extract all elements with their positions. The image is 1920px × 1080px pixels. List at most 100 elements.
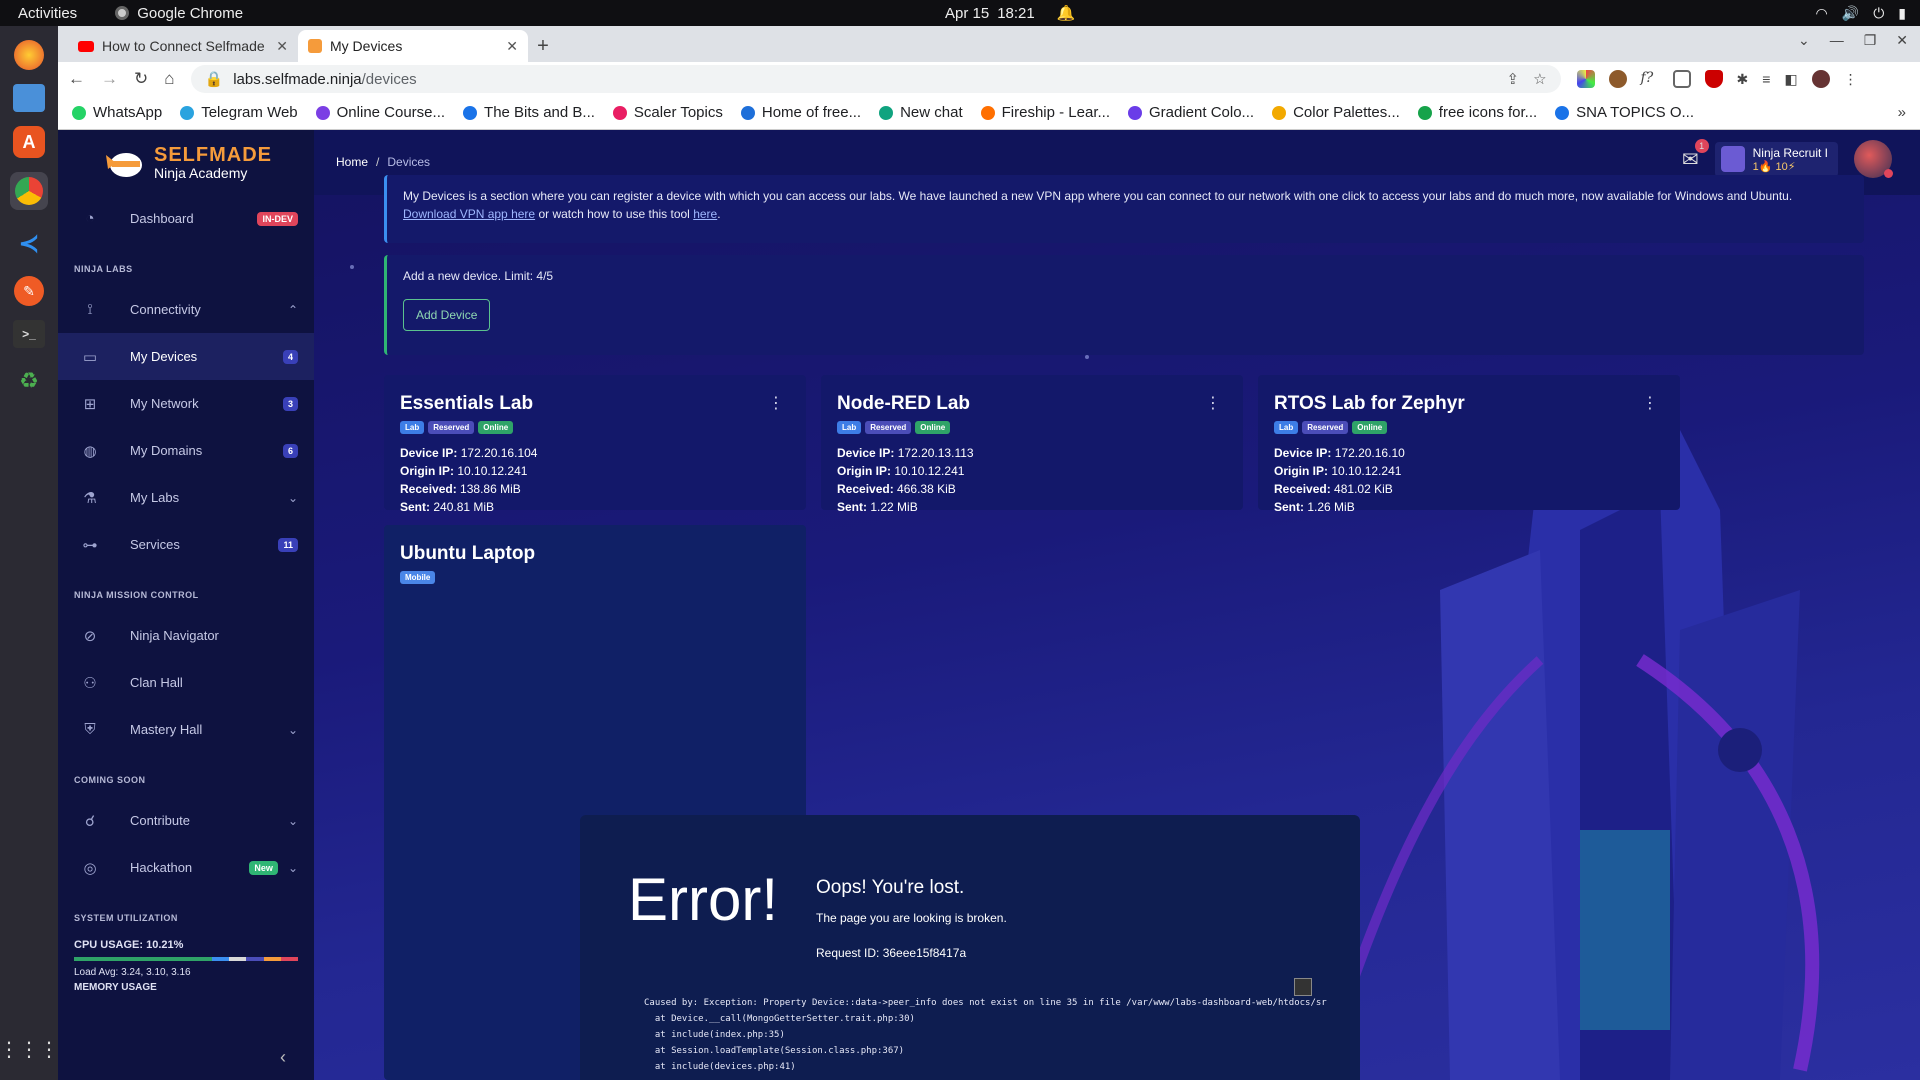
- extension-copy-icon[interactable]: [1672, 70, 1691, 88]
- bookmark-star-icon[interactable]: ☆: [1533, 70, 1546, 88]
- device-card: Essentials Lab ⋮ Lab Reserved Online Dev…: [384, 375, 806, 514]
- forward-icon[interactable]: →: [101, 69, 118, 89]
- sidebar-item-my-devices[interactable]: ▭ My Devices 4: [58, 333, 314, 380]
- terminal-icon[interactable]: >_: [13, 320, 45, 348]
- add-device-button[interactable]: Add Device: [403, 299, 491, 331]
- more-options-icon[interactable]: ⋮: [1642, 393, 1658, 413]
- sidebar-item-mastery-hall[interactable]: ⛨ Mastery Hall ⌄: [58, 706, 314, 753]
- bookmark-fireship[interactable]: Fireship - Lear...: [980, 104, 1110, 121]
- youtube-icon: [78, 40, 94, 52]
- scaler-icon: [612, 105, 627, 120]
- home-icon[interactable]: ⌂: [164, 69, 174, 89]
- sidebar-item-services[interactable]: ⊶ Services 11: [58, 521, 314, 568]
- restore-icon[interactable]: ❐: [1864, 32, 1877, 49]
- extension-cookie-icon[interactable]: [1608, 70, 1627, 88]
- bookmark-telegram[interactable]: Telegram Web: [180, 104, 298, 121]
- sidebar-item-label: My Labs: [130, 490, 180, 505]
- sidebar-item-clan-hall[interactable]: ⚇ Clan Hall: [58, 659, 314, 706]
- download-vpn-link[interactable]: Download VPN app here: [403, 207, 535, 221]
- more-options-icon[interactable]: ⋮: [768, 393, 784, 413]
- device-name: Essentials Lab: [400, 393, 534, 414]
- close-tab-icon[interactable]: ✕: [506, 38, 518, 55]
- trash-icon[interactable]: ♻: [10, 362, 48, 400]
- address-bar[interactable]: 🔒 labs.selfmade.ninja/devices ⇪ ☆: [190, 65, 1561, 93]
- user-avatar[interactable]: [1854, 140, 1893, 178]
- close-tab-icon[interactable]: ✕: [276, 38, 288, 55]
- sidebar-item-connectivity[interactable]: ⟟ Connectivity ⌃: [58, 286, 314, 333]
- sidebar-item-my-labs[interactable]: ⚗ My Labs ⌄: [58, 474, 314, 521]
- memory-usage-label: MEMORY USAGE: [74, 982, 157, 990]
- error-panel: Error! Oops! You're lost. The page you a…: [580, 815, 1360, 1080]
- sidebar-item-label: Clan Hall: [130, 675, 183, 690]
- share-icon[interactable]: ⇪: [1507, 70, 1520, 88]
- software-icon[interactable]: A: [13, 126, 45, 158]
- clock[interactable]: Apr 15 18:21 🔔: [945, 4, 1075, 23]
- reading-list-icon[interactable]: ≡: [1762, 71, 1770, 87]
- globe-icon: ◍: [83, 442, 97, 460]
- rank-emblem-icon: [1720, 146, 1745, 172]
- bookmark-label: Fireship - Lear...: [1001, 104, 1110, 121]
- new-tab-button[interactable]: +: [528, 30, 558, 62]
- sent: 1.22 MiB: [870, 500, 918, 514]
- brand-logo[interactable]: SELFMADE Ninja Academy: [58, 130, 314, 195]
- app-menu[interactable]: Google Chrome: [115, 5, 243, 22]
- chrome-dock-icon[interactable]: [10, 172, 48, 210]
- bookmark-new-chat[interactable]: New chat: [879, 104, 963, 121]
- device-card: RTOS Lab for Zephyr ⋮ Lab Reserved Onlin…: [1258, 375, 1680, 514]
- sidebar-item-hackathon[interactable]: ◎ Hackathon New ⌄: [58, 844, 314, 891]
- bookmark-color-palettes[interactable]: Color Palettes...: [1272, 104, 1400, 121]
- back-icon[interactable]: ←: [68, 69, 85, 89]
- show-apps-icon[interactable]: ⋮⋮⋮: [0, 1037, 59, 1062]
- extension-ublock-icon[interactable]: [1704, 70, 1723, 88]
- tag-mobile: Mobile: [400, 571, 436, 584]
- bookmark-sna-topics[interactable]: SNA TOPICS O...: [1555, 104, 1694, 121]
- chrome-menu-icon[interactable]: ⋮: [1844, 71, 1858, 88]
- new-badge: New: [249, 860, 278, 875]
- vscode-icon[interactable]: ≺: [10, 224, 48, 262]
- extension-fonts-icon[interactable]: f?: [1641, 70, 1659, 88]
- bookmark-bits-and-bytes[interactable]: The Bits and B...: [463, 104, 595, 121]
- count-badge: 6: [282, 443, 298, 458]
- postman-icon[interactable]: ✎: [14, 276, 44, 306]
- rank-widget[interactable]: Ninja Recruit I 1🔥 10⚡: [1714, 141, 1838, 177]
- extension-colorzilla-icon[interactable]: [1576, 70, 1595, 88]
- bookmark-free-icons[interactable]: free icons for...: [1417, 104, 1537, 121]
- tab-search-icon[interactable]: ⌄: [1798, 32, 1810, 49]
- profile-avatar-icon[interactable]: [1811, 70, 1830, 88]
- side-panel-icon[interactable]: ◧: [1784, 71, 1797, 88]
- breadcrumb-home[interactable]: Home: [336, 155, 368, 169]
- stack-trace: Caused by: Exception: Property Device::d…: [644, 995, 1327, 1075]
- cpu-usage: CPU USAGE: 10.21%: [74, 939, 184, 951]
- app-name: Google Chrome: [137, 4, 244, 22]
- system-tray[interactable]: ◠ 🔊 ⏻ ▮: [1816, 5, 1906, 22]
- sidebar-item-my-domains[interactable]: ◍ My Domains 6: [58, 427, 314, 474]
- bookmark-home-of-free[interactable]: Home of free...: [740, 104, 861, 121]
- sent: 240.81 MiB: [433, 500, 495, 514]
- compass-icon: ⊘: [83, 627, 97, 645]
- broken-image-icon: [1294, 978, 1312, 996]
- bookmark-whatsapp[interactable]: WhatsApp: [72, 104, 162, 121]
- mail-icon[interactable]: ✉ 1: [1682, 138, 1709, 172]
- activities-button[interactable]: Activities: [18, 5, 77, 22]
- sidebar-item-ninja-navigator[interactable]: ⊘ Ninja Navigator: [58, 612, 314, 659]
- reload-icon[interactable]: ↻: [134, 69, 148, 89]
- minimize-icon[interactable]: —: [1830, 32, 1844, 49]
- users-icon: ⚇: [83, 674, 97, 692]
- tab-my-devices[interactable]: My Devices ✕: [298, 30, 528, 62]
- origin-ip: 10.10.12.241: [457, 464, 528, 478]
- sidebar-item-dashboard[interactable]: ◔ Dashboard IN-DEV: [58, 195, 314, 242]
- more-bookmarks-icon[interactable]: »: [1898, 104, 1906, 121]
- bookmark-online-course[interactable]: Online Course...: [315, 104, 445, 121]
- bookmark-scaler[interactable]: Scaler Topics: [612, 104, 723, 121]
- firefox-icon[interactable]: [14, 40, 44, 70]
- watch-tutorial-link[interactable]: here: [693, 207, 717, 221]
- bookmark-gradient[interactable]: Gradient Colo...: [1128, 104, 1254, 121]
- collapse-sidebar-icon[interactable]: ‹: [280, 1047, 286, 1068]
- close-window-icon[interactable]: ✕: [1896, 32, 1908, 49]
- sidebar-item-my-network[interactable]: ⊞ My Network 3: [58, 380, 314, 427]
- sidebar-item-contribute[interactable]: ☌ Contribute ⌄: [58, 797, 314, 844]
- tab-youtube[interactable]: How to Connect Selfmade ✕: [68, 30, 298, 62]
- files-icon[interactable]: [13, 84, 45, 112]
- more-options-icon[interactable]: ⋮: [1205, 393, 1221, 413]
- extensions-puzzle-icon[interactable]: ✱: [1737, 71, 1749, 88]
